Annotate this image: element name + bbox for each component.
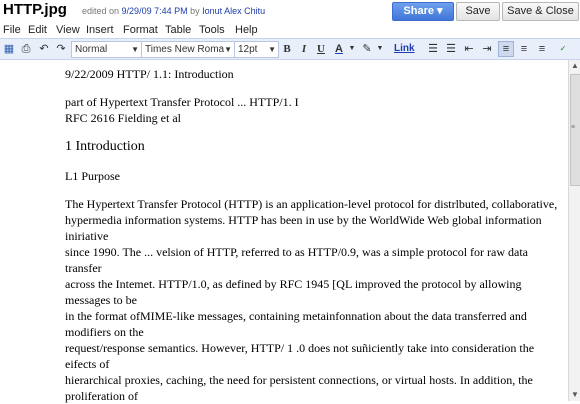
menu-format[interactable]: Format	[123, 24, 158, 36]
chevron-down-icon[interactable]: ▼	[373, 42, 387, 56]
grip-icon: ≡	[571, 124, 576, 131]
doc-blank-line	[65, 184, 560, 196]
insert-link-button[interactable]: Link	[394, 41, 415, 57]
font-family-value: Times New Roma	[145, 44, 225, 55]
scroll-down-icon[interactable]: ▼	[569, 389, 580, 401]
editor-name-link[interactable]: Ionut Alex Chitu	[202, 6, 265, 16]
doc-heading: 1 Introduction	[65, 139, 145, 154]
title-bar: HTTP.jpg edited on 9/29/09 7:44 PM by Io…	[0, 0, 580, 22]
scroll-up-icon[interactable]: ▲	[569, 60, 580, 72]
save-icon[interactable]: ▦	[2, 42, 16, 56]
chevron-down-icon: ▼	[131, 45, 139, 54]
chevron-down-icon: ▼	[268, 45, 276, 54]
document-title[interactable]: HTTP.jpg	[3, 1, 67, 18]
font-family-select[interactable]: Times New Roma ▼	[141, 41, 235, 58]
save-button[interactable]: Save	[456, 2, 500, 21]
spellcheck-icon[interactable]: ✓	[556, 42, 570, 56]
underline-button[interactable]: U	[314, 42, 328, 56]
font-size-select[interactable]: 12pt ▼	[234, 41, 279, 58]
menu-view[interactable]: View	[56, 24, 80, 36]
numbered-list-icon[interactable]: ☰	[426, 42, 440, 56]
decrease-indent-icon[interactable]: ⇤	[462, 42, 476, 56]
save-and-close-button[interactable]: Save & Close	[502, 2, 579, 21]
highlight-color-icon[interactable]: ✎	[360, 42, 374, 56]
bold-button[interactable]: B	[280, 42, 294, 56]
doc-line: iniriative	[65, 229, 109, 243]
italic-button[interactable]: I	[297, 42, 311, 56]
doc-line: in the format ofMIME-like messages, cont…	[65, 309, 527, 323]
edited-prefix: edited on	[82, 6, 122, 16]
doc-line: eifects of	[65, 357, 110, 371]
doc-blank-line	[65, 126, 560, 138]
doc-line: transfer	[65, 261, 102, 275]
edited-info: edited on 9/29/09 7:44 PM by Ionut Alex …	[82, 6, 265, 16]
chevron-down-icon[interactable]: ▼	[345, 42, 359, 56]
doc-line: hypermedia information systems. HTTP has…	[65, 213, 542, 227]
align-left-icon[interactable]: ≡	[498, 41, 514, 57]
doc-line: since 1990. The ... velsion of HTTP, ref…	[65, 245, 528, 259]
menu-help[interactable]: Help	[235, 24, 258, 36]
chevron-down-icon: ▼	[224, 45, 232, 54]
font-size-value: 12pt	[238, 44, 258, 55]
doc-line: hierarchical proxies, caching, the need …	[65, 373, 533, 387]
menu-insert[interactable]: Insert	[86, 24, 114, 36]
print-icon[interactable]: ⎙	[19, 42, 33, 56]
revision-date-link[interactable]: 9/29/09 7:44 PM	[122, 6, 188, 16]
doc-line: The Hypertext Transfer Protocol (HTTP) i…	[65, 197, 558, 211]
align-center-icon[interactable]: ≡	[517, 42, 531, 56]
text-color-button[interactable]: A	[332, 42, 346, 56]
paragraph-style-value: Normal	[75, 44, 108, 55]
doc-blank-line	[65, 156, 560, 168]
doc-blank-line	[65, 82, 560, 94]
doc-line: messages to be	[65, 293, 137, 307]
undo-icon[interactable]: ↶	[37, 42, 51, 56]
align-right-icon[interactable]: ≡	[535, 42, 549, 56]
menu-tools[interactable]: Tools	[199, 24, 225, 36]
doc-line: RFC 2616 Fielding et al	[65, 111, 182, 125]
doc-line: part of Hypertext Transfer Protocol ... …	[65, 95, 299, 109]
formatting-toolbar: ▦ ⎙ ↶ ↷ Normal ▼ Times New Roma ▼ 12pt ▼…	[0, 38, 580, 60]
doc-line: request/response semantics. However, HTT…	[65, 341, 535, 355]
document-canvas[interactable]: 9/22/2009 HTTP/ 1.1: Introduction part o…	[0, 60, 568, 404]
doc-line: proliferation of	[65, 389, 138, 403]
doc-line: modifiers on the	[65, 325, 144, 339]
document-body[interactable]: 9/22/2009 HTTP/ 1.1: Introduction part o…	[65, 66, 560, 404]
increase-indent-icon[interactable]: ⇥	[480, 42, 494, 56]
doc-line: across the Intemet. HTTP/1.0, as defined…	[65, 277, 522, 291]
edited-by-text: by	[187, 6, 203, 16]
menu-bar: File Edit View Insert Format Table Tools…	[0, 22, 580, 38]
menu-file[interactable]: File	[3, 24, 21, 36]
menu-edit[interactable]: Edit	[28, 24, 47, 36]
menu-table[interactable]: Table	[165, 24, 191, 36]
bullet-list-icon[interactable]: ☰	[444, 42, 458, 56]
vertical-scrollbar[interactable]: ▲ ≡ ▼	[568, 60, 580, 401]
doc-subheading: L1 Purpose	[65, 169, 120, 183]
doc-line: 9/22/2009 HTTP/ 1.1: Introduction	[65, 67, 234, 81]
paragraph-style-select[interactable]: Normal ▼	[71, 41, 142, 58]
share-button[interactable]: Share ▾	[392, 2, 454, 21]
redo-icon[interactable]: ↷	[54, 42, 68, 56]
